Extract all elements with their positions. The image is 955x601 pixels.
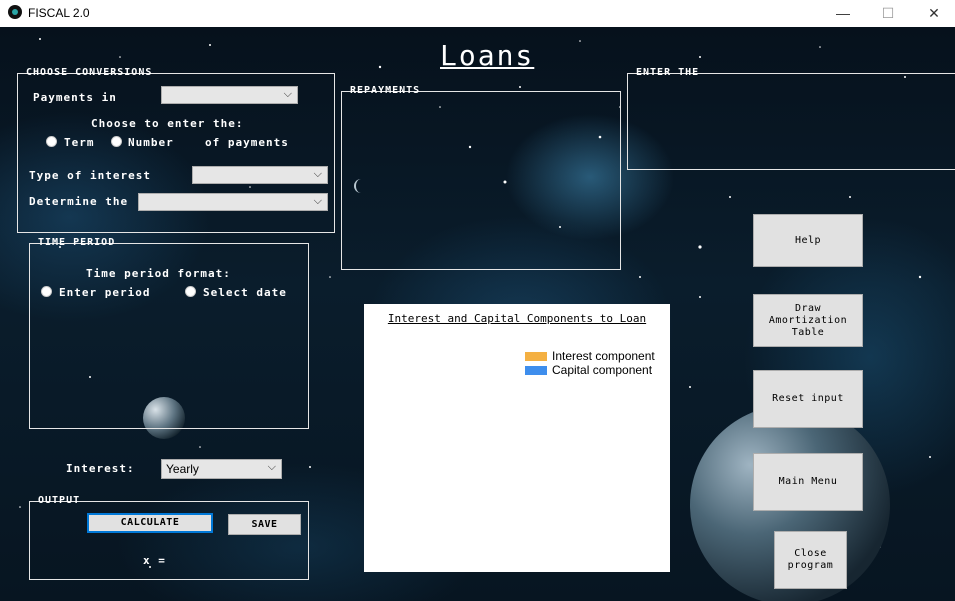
type-of-interest-select[interactable]: ⌵ [192,166,328,184]
help-button[interactable]: Help [753,214,863,267]
choose-conversions-label: CHOOSE CONVERSIONS [26,67,153,78]
repayments-label: REPAYMENTS [350,85,421,96]
page-title: Loans [440,39,535,72]
result-output: x = [143,554,166,567]
interest-select[interactable]: Yearly ⌵ [161,459,282,479]
chart-title: Interest and Capital Components to Loan [387,312,647,325]
reset-input-button[interactable]: Reset input [753,370,863,428]
chevron-down-icon: ⌵ [313,168,322,180]
term-radio[interactable] [46,136,57,147]
close-program-button[interactable]: Close program [774,531,847,589]
close-window-button[interactable]: ✕ [911,2,955,24]
time-period-format-label: Time period format: [86,267,231,280]
loans-form: Loans CHOOSE CONVERSIONS Payments in ⌵ C… [0,27,955,601]
number-radio-label: Number [128,136,174,149]
legend-label-interest: Interest component [552,349,655,363]
select-date-radio[interactable] [185,286,196,297]
app-icon [8,5,22,19]
type-of-interest-label: Type of interest [29,169,151,182]
enter-period-label: Enter period [59,286,151,299]
output-label: OUTPUT [38,495,81,506]
chevron-down-icon: ⌵ [267,461,276,473]
choose-to-enter-label: Choose to enter the: [91,117,244,130]
payments-in-label: Payments in [33,91,117,104]
term-radio-label: Term [64,136,95,149]
chevron-down-icon: ⌵ [313,195,322,207]
calculate-button[interactable]: CALCULATE [87,513,213,533]
chevron-down-icon: ⌵ [283,88,292,100]
minimize-button[interactable]: — [820,2,866,24]
select-date-label: Select date [203,286,287,299]
of-payments-label: of payments [205,136,289,149]
payments-in-select[interactable]: ⌵ [161,86,298,104]
repayments-group: REPAYMENTS [341,85,621,270]
maximize-button[interactable]: ☐ [865,2,911,24]
legend-swatch-capital [525,366,547,375]
draw-amortization-button[interactable]: Draw Amortization Table [753,294,863,347]
enter-period-radio[interactable] [41,286,52,297]
window-title: FISCAL 2.0 [28,6,90,20]
number-radio[interactable] [111,136,122,147]
legend-swatch-interest [525,352,547,361]
interest-label: Interest: [66,462,135,475]
enter-the-label: ENTER THE [636,67,700,78]
enter-the-group: ENTER THE [627,67,955,170]
main-menu-button[interactable]: Main Menu [753,453,863,511]
determine-label: Determine the [29,195,129,208]
save-button[interactable]: SAVE [228,514,301,535]
legend-label-capital: Capital component [552,363,653,377]
determine-select[interactable]: ⌵ [138,193,328,211]
window-titlebar: FISCAL 2.0 — ☐ ✕ [0,0,955,27]
time-period-label: TIME PERIOD [38,237,116,248]
components-chart: Interest and Capital Components to Loan … [364,304,670,572]
